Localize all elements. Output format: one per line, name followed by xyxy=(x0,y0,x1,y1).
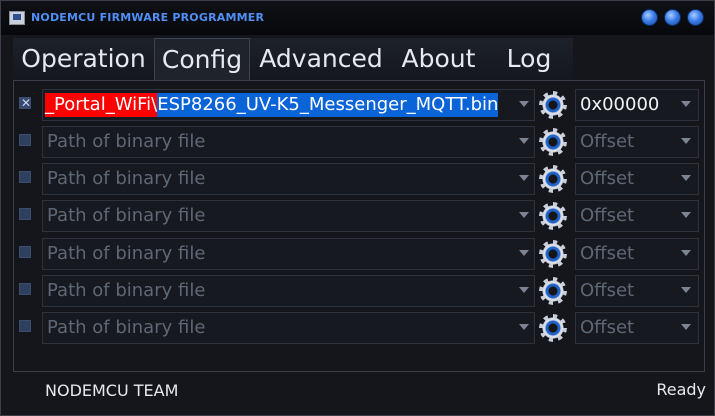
app-icon xyxy=(9,11,25,25)
chevron-down-icon[interactable] xyxy=(519,287,529,293)
firmware-row: Path of binary file Offset xyxy=(17,309,703,344)
chevron-down-icon[interactable] xyxy=(519,212,529,218)
chevron-down-icon[interactable] xyxy=(519,138,529,144)
firmware-row: Path of binary file Offset xyxy=(17,160,703,195)
chevron-down-icon[interactable] xyxy=(519,250,529,256)
chevron-down-icon[interactable] xyxy=(681,250,691,256)
chevron-down-icon[interactable] xyxy=(681,324,691,330)
app-window: NODEMCU FIRMWARE PROGRAMMER Operation Co… xyxy=(0,0,715,416)
status-state: Ready xyxy=(656,380,706,399)
maximize-icon[interactable] xyxy=(664,9,681,26)
chevron-down-icon[interactable] xyxy=(519,175,529,181)
binary-path-input[interactable]: Path of binary file xyxy=(42,200,535,232)
binary-path-input[interactable]: _Portal_WiFi\ESP8266_UV-K5_Messenger_MQT… xyxy=(42,89,535,121)
gear-icon[interactable] xyxy=(539,277,567,305)
tab-advanced[interactable]: Advanced xyxy=(250,38,392,80)
gear-icon[interactable] xyxy=(539,314,567,342)
gear-icon[interactable] xyxy=(539,91,567,119)
check-icon: ✕ xyxy=(20,96,32,110)
path-selected-part: _Portal_WiFi\ xyxy=(45,93,158,117)
binary-path-input[interactable]: Path of binary file xyxy=(42,126,535,158)
tab-about[interactable]: About xyxy=(392,38,485,80)
title-bar[interactable]: NODEMCU FIRMWARE PROGRAMMER xyxy=(1,1,714,35)
path-selected-filename: ESP8266_UV-K5_Messenger_MQTT.bin xyxy=(157,93,499,117)
chevron-down-icon[interactable] xyxy=(681,287,691,293)
row-checkbox[interactable] xyxy=(19,208,31,220)
firmware-row: Path of binary file Offset xyxy=(17,235,703,270)
row-checkbox[interactable] xyxy=(19,283,31,295)
row-checkbox[interactable] xyxy=(19,246,31,258)
chevron-down-icon[interactable] xyxy=(519,324,529,330)
chevron-down-icon[interactable] xyxy=(681,212,691,218)
minimize-icon[interactable] xyxy=(641,9,658,26)
status-team: NODEMCU TEAM xyxy=(45,381,179,400)
gear-icon[interactable] xyxy=(539,202,567,230)
tab-operation[interactable]: Operation xyxy=(13,38,154,80)
binary-path-input[interactable]: Path of binary file xyxy=(42,275,535,307)
tab-config[interactable]: Config xyxy=(154,38,250,80)
gear-icon[interactable] xyxy=(539,240,567,268)
firmware-row: ✕ _Portal_WiFi\ESP8266_UV-K5_Messenger_M… xyxy=(17,86,703,121)
row-checkbox[interactable] xyxy=(19,134,31,146)
binary-path-input[interactable]: Path of binary file xyxy=(42,312,535,344)
chevron-down-icon[interactable] xyxy=(681,175,691,181)
firmware-row: Path of binary file Offset xyxy=(17,272,703,307)
chevron-down-icon[interactable] xyxy=(681,101,691,107)
binary-path-input[interactable]: Path of binary file xyxy=(42,238,535,270)
row-checkbox[interactable] xyxy=(19,320,31,332)
window-title: NODEMCU FIRMWARE PROGRAMMER xyxy=(31,11,265,24)
row-checkbox[interactable] xyxy=(19,171,31,183)
chevron-down-icon[interactable] xyxy=(519,101,529,107)
row-checkbox[interactable]: ✕ xyxy=(19,96,32,110)
gear-icon[interactable] xyxy=(539,128,567,156)
chevron-down-icon[interactable] xyxy=(681,138,691,144)
tab-log[interactable]: Log xyxy=(485,38,573,80)
firmware-row: Path of binary file Offset xyxy=(17,123,703,158)
binary-path-input[interactable]: Path of binary file xyxy=(42,163,535,195)
firmware-row: Path of binary file Offset xyxy=(17,197,703,232)
close-icon[interactable] xyxy=(687,9,704,26)
gear-icon[interactable] xyxy=(539,165,567,193)
